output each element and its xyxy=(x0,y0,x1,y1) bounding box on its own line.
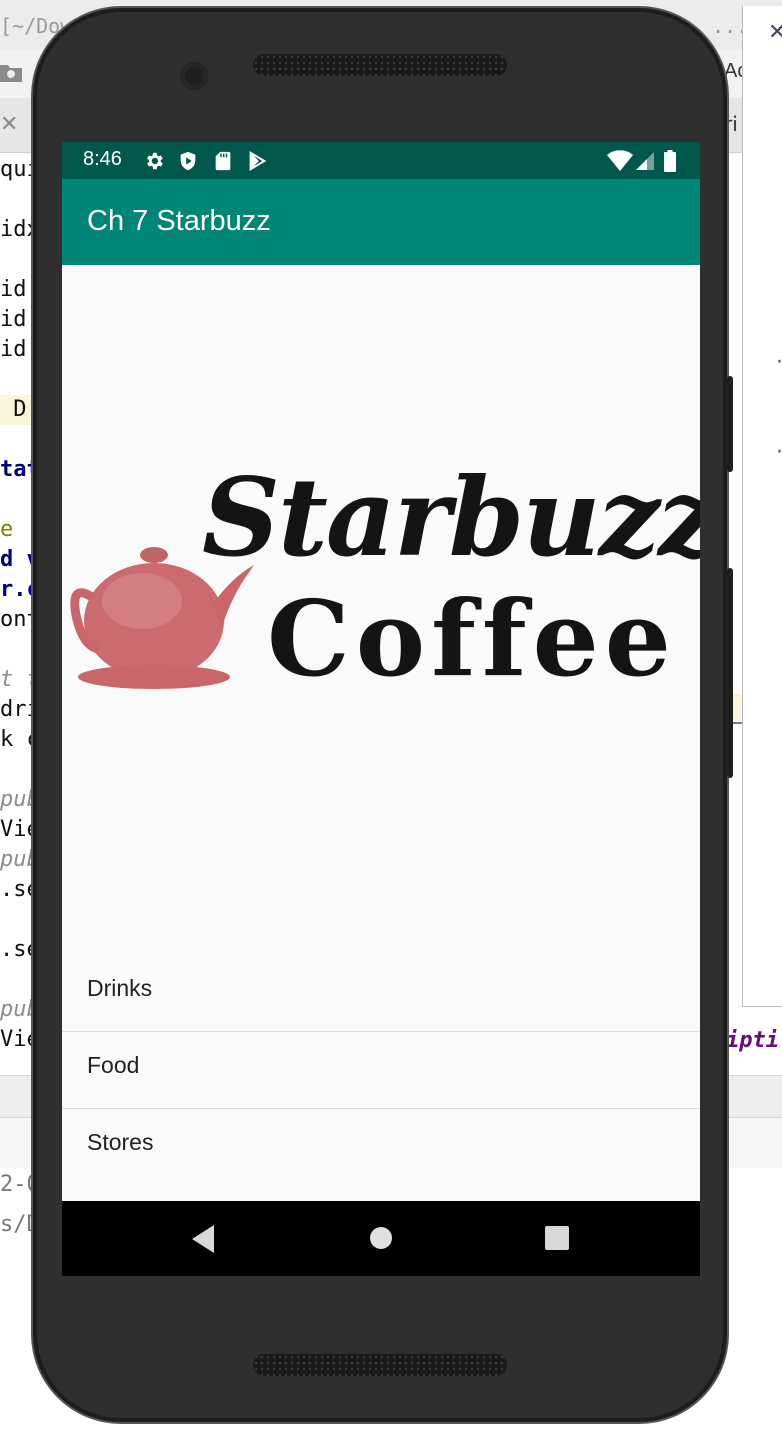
wifi-icon xyxy=(607,150,633,171)
logo-line-starbuzz: Starbuzz xyxy=(202,455,700,581)
list-item-food[interactable]: Food xyxy=(62,1032,700,1109)
panel-mark-icon: · xyxy=(776,350,782,375)
back-icon[interactable] xyxy=(167,1201,237,1276)
navigation-bar xyxy=(62,1201,700,1276)
logo-line-coffee: Coffee xyxy=(267,577,677,700)
shield-icon xyxy=(180,151,196,171)
starbuzz-logo: Starbuzz Coffee xyxy=(70,455,700,700)
app-title: Ch 7 Starbuzz xyxy=(87,205,271,237)
front-camera-icon xyxy=(180,62,208,90)
close-icon[interactable]: ✕ xyxy=(768,20,782,45)
ide-code-fragment: id xyxy=(0,277,27,302)
power-button[interactable] xyxy=(727,568,733,778)
battery-icon xyxy=(664,150,676,172)
list-item-stores[interactable]: Stores xyxy=(62,1109,700,1185)
home-icon[interactable] xyxy=(346,1201,416,1276)
list-item-label: Stores xyxy=(87,1129,154,1155)
ide-code-fragment: id xyxy=(0,307,27,332)
folder-icon[interactable] xyxy=(0,62,22,82)
app-bar: Ch 7 Starbuzz xyxy=(62,179,700,265)
ide-code-fragment: e xyxy=(0,517,14,542)
volume-button[interactable] xyxy=(727,376,733,472)
starbuzz-logo-image: Starbuzz Coffee xyxy=(62,265,700,955)
top-speaker-grille xyxy=(253,54,507,76)
recents-icon[interactable] xyxy=(522,1201,592,1276)
panel-mark-icon: · xyxy=(776,440,782,465)
options-list: Drinks Food Stores xyxy=(62,955,700,1185)
sd-card-icon xyxy=(215,151,231,171)
ide-code-fragment: id xyxy=(0,337,27,362)
ide-right-panel xyxy=(742,6,782,1007)
ide-highlight-strip xyxy=(733,694,742,724)
bottom-speaker-grille xyxy=(253,1354,507,1376)
list-item-drinks[interactable]: Drinks xyxy=(62,955,700,1032)
ide-code-fragment-right: ipti xyxy=(726,1028,779,1053)
device-screen: 8:46 Ch 7 Starbuzz Starbuzz Coffee Drink… xyxy=(62,142,700,1276)
settings-icon xyxy=(147,152,163,170)
list-item-label: Food xyxy=(87,1052,140,1078)
list-item-label: Drinks xyxy=(87,975,153,1001)
play-store-icon xyxy=(249,150,267,172)
status-bar: 8:46 xyxy=(62,142,700,179)
signal-icon xyxy=(636,152,654,170)
close-icon[interactable]: ✕ xyxy=(0,112,18,137)
status-time: 8:46 xyxy=(83,148,122,170)
